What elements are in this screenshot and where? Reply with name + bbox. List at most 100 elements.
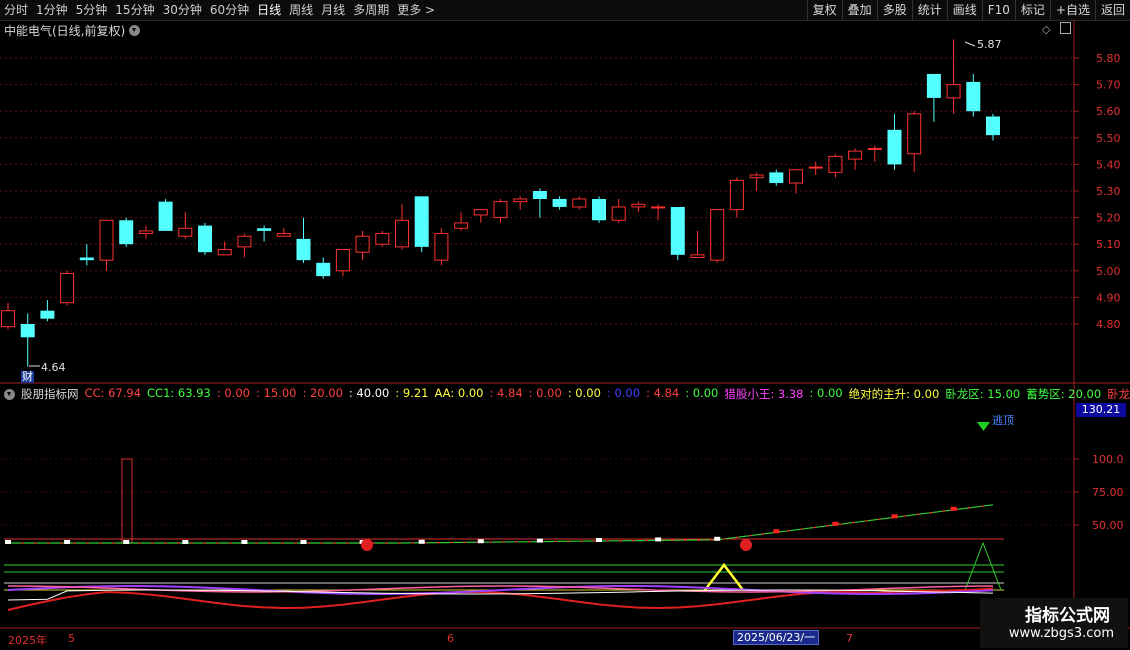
yellow-triangle	[704, 562, 744, 591]
indicator-value-15: : 0.00	[809, 386, 843, 400]
candle	[513, 196, 528, 210]
candle	[769, 169, 784, 186]
candle-body	[237, 235, 252, 248]
candle	[1, 302, 15, 330]
candle-body	[178, 227, 193, 237]
candle-body	[926, 73, 941, 98]
date-label-year: 2025年	[8, 634, 47, 647]
price-axis-label: 5.80	[1096, 52, 1121, 65]
cc-marker	[536, 538, 543, 543]
candle-body	[138, 230, 153, 235]
candle	[257, 225, 272, 242]
cc-marker	[123, 540, 130, 544]
candle-body	[789, 169, 803, 184]
candle-body	[749, 174, 764, 179]
indicator-value-13: : 0.00	[685, 386, 719, 400]
indicator-value-10: : 0.00	[567, 386, 601, 400]
candle	[178, 212, 193, 239]
indicator-value-4: : 20.00	[302, 386, 343, 400]
candle	[414, 196, 429, 253]
sub-axis-label: 75.00	[1092, 486, 1124, 499]
candle-body	[631, 203, 646, 208]
indicator-value-9: : 0.00	[528, 386, 562, 400]
candle	[493, 198, 508, 223]
chevron-down-icon[interactable]	[4, 388, 15, 400]
watermark-title: 指标公式网	[1025, 606, 1110, 626]
candle-body	[887, 129, 902, 165]
high-price-label: 5.87	[977, 38, 1002, 51]
price-axis-label: 5.10	[1096, 238, 1121, 251]
candle	[690, 230, 705, 258]
candle	[40, 300, 55, 322]
candle-body	[79, 257, 94, 261]
candle-body	[670, 206, 685, 255]
cc-marker	[596, 538, 602, 542]
cc-marker	[182, 540, 189, 544]
cc-marker	[891, 514, 898, 519]
candle	[296, 217, 311, 263]
indicator-name[interactable]: 股朋指标网	[21, 386, 79, 402]
indicator-value-17: 卧龙区: 15.00	[945, 387, 1021, 401]
indicator-value-5: : 40.00	[348, 386, 390, 400]
candle-body	[611, 206, 626, 221]
indicator-value-18: 蓄势区: 20.00	[1026, 387, 1102, 401]
candle	[198, 222, 212, 255]
candle	[907, 111, 922, 173]
candle-body	[572, 198, 587, 208]
indicator-header: 股朋指标网 CC: 67.94 CC1: 63.93: 0.00: 15.00: …	[4, 386, 1130, 402]
finance-marker[interactable]: 财	[21, 371, 34, 383]
cc-marker	[241, 540, 248, 544]
candle	[808, 161, 823, 176]
diamond-icon[interactable]: ◇	[1042, 23, 1050, 36]
candle-body	[99, 219, 114, 261]
down-arrow-icon	[977, 422, 990, 431]
candle-body	[848, 150, 863, 160]
cc-marker	[5, 540, 11, 544]
candle-body	[158, 201, 173, 231]
price-axis-label: 5.60	[1096, 105, 1121, 118]
candle	[966, 73, 981, 117]
candle-body	[513, 198, 528, 203]
price-axis-label: 5.20	[1096, 212, 1121, 225]
red-oscillator	[7, 587, 994, 611]
candle	[946, 39, 961, 114]
candle-body	[986, 116, 1000, 136]
cc-marker	[64, 540, 71, 544]
signal-ball	[740, 539, 752, 551]
sub-axis-label: 100.0	[1092, 453, 1124, 466]
candle	[335, 249, 350, 277]
candle-body	[473, 209, 488, 216]
candle-body	[532, 191, 547, 199]
layout-icon[interactable]	[1060, 22, 1071, 34]
indicator-value-2: : 0.00	[216, 386, 250, 400]
cc-marker	[714, 536, 721, 541]
candle-body	[217, 249, 232, 256]
candle	[119, 217, 134, 247]
candle	[355, 230, 370, 261]
candle	[217, 241, 232, 256]
indicator-value-14: 猎股小王: 3.38	[724, 387, 804, 401]
price-axis-label: 5.00	[1096, 265, 1121, 278]
candle	[237, 233, 252, 258]
candle	[631, 201, 646, 213]
candle	[986, 113, 1000, 141]
price-axis-label: 5.70	[1096, 79, 1121, 92]
candle-body	[907, 113, 922, 155]
candle-body	[355, 235, 370, 253]
cc-marker	[832, 521, 839, 526]
candle	[867, 145, 882, 162]
cc-marker	[773, 529, 780, 534]
candle-body	[395, 219, 409, 248]
date-label-may: 5	[68, 632, 75, 645]
candle-body	[60, 272, 75, 304]
candle	[592, 196, 606, 223]
candle-body	[493, 201, 508, 219]
cc-marker	[300, 540, 307, 544]
candle	[572, 196, 587, 210]
date-label-jul: 7	[846, 632, 853, 645]
cc-marker	[950, 506, 957, 511]
cc-marker	[477, 539, 484, 544]
kline-chart[interactable]: 5.80 5.70 5.60 5.50 5.40 5.30 5.20 5.10 5.00 4.90…	[0, 0, 1130, 650]
candle-body	[966, 81, 981, 112]
candle-body	[1, 310, 15, 328]
